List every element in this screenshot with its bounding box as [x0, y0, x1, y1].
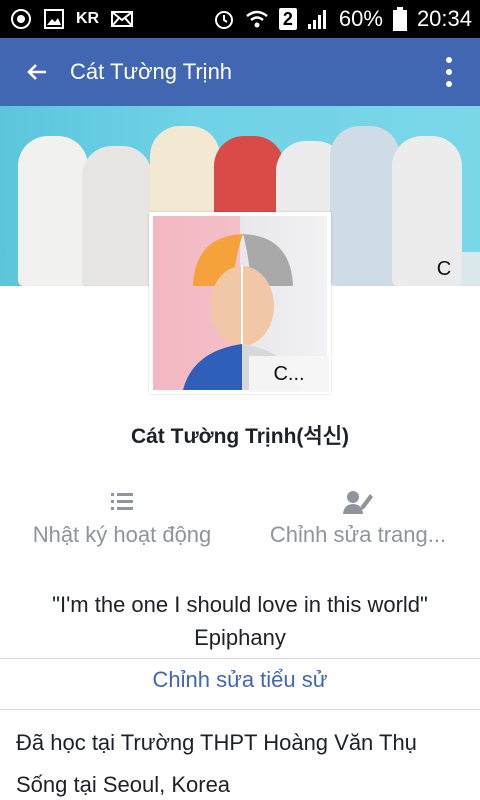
bio-text: "I'm the one I should love in this world…: [0, 588, 480, 654]
clock: 20:34: [416, 6, 472, 31]
record-icon: [10, 8, 32, 30]
edit-profile-icon: [238, 488, 478, 516]
battery-percent: 60%: [338, 6, 383, 31]
battery-icon: [392, 7, 407, 31]
signal-icon: [307, 8, 329, 30]
activity-log-button[interactable]: Nhật ký hoạt động: [2, 488, 242, 548]
cover-figure: [18, 136, 88, 286]
activity-log-label: Nhật ký hoạt động: [32, 522, 212, 547]
education-info: Đã học tại Trường THPT Hoàng Văn Thụ: [16, 730, 417, 755]
image-icon: [44, 9, 64, 29]
status-bar: KR 2 60% 20:34: [0, 0, 480, 38]
divider: [0, 658, 480, 659]
more-vertical-icon[interactable]: [444, 57, 454, 87]
network-badge: 2: [278, 8, 297, 30]
bio-line: Epiphany: [194, 625, 286, 650]
divider: [0, 709, 480, 710]
location-info: Sống tại Seoul, Korea: [16, 772, 231, 797]
edit-avatar-button[interactable]: C...: [249, 356, 329, 392]
edit-profile-button[interactable]: Chỉnh sửa trang...: [238, 488, 478, 548]
edit-cover-button[interactable]: C: [408, 252, 480, 286]
carrier-label: KR: [76, 10, 100, 27]
app-bar: Cát Tường Trịnh: [0, 38, 480, 106]
profile-name: Cát Tường Trịnh(석신): [130, 425, 350, 448]
cover-figure: [82, 146, 152, 286]
page-title: Cát Tường Trịnh: [70, 59, 233, 84]
mail-icon: [111, 11, 134, 27]
list-icon: [2, 488, 242, 516]
alarm-icon: [213, 8, 235, 30]
wifi-icon: [245, 8, 269, 30]
arrow-left-icon[interactable]: [22, 57, 52, 87]
bio-line: "I'm the one I should love in this world…: [52, 592, 428, 617]
cover-figure: [330, 126, 400, 286]
edit-profile-label: Chỉnh sửa trang...: [269, 522, 447, 547]
edit-bio-link[interactable]: Chỉnh sửa tiểu sử: [0, 667, 480, 693]
profile-avatar[interactable]: C...: [149, 212, 331, 394]
